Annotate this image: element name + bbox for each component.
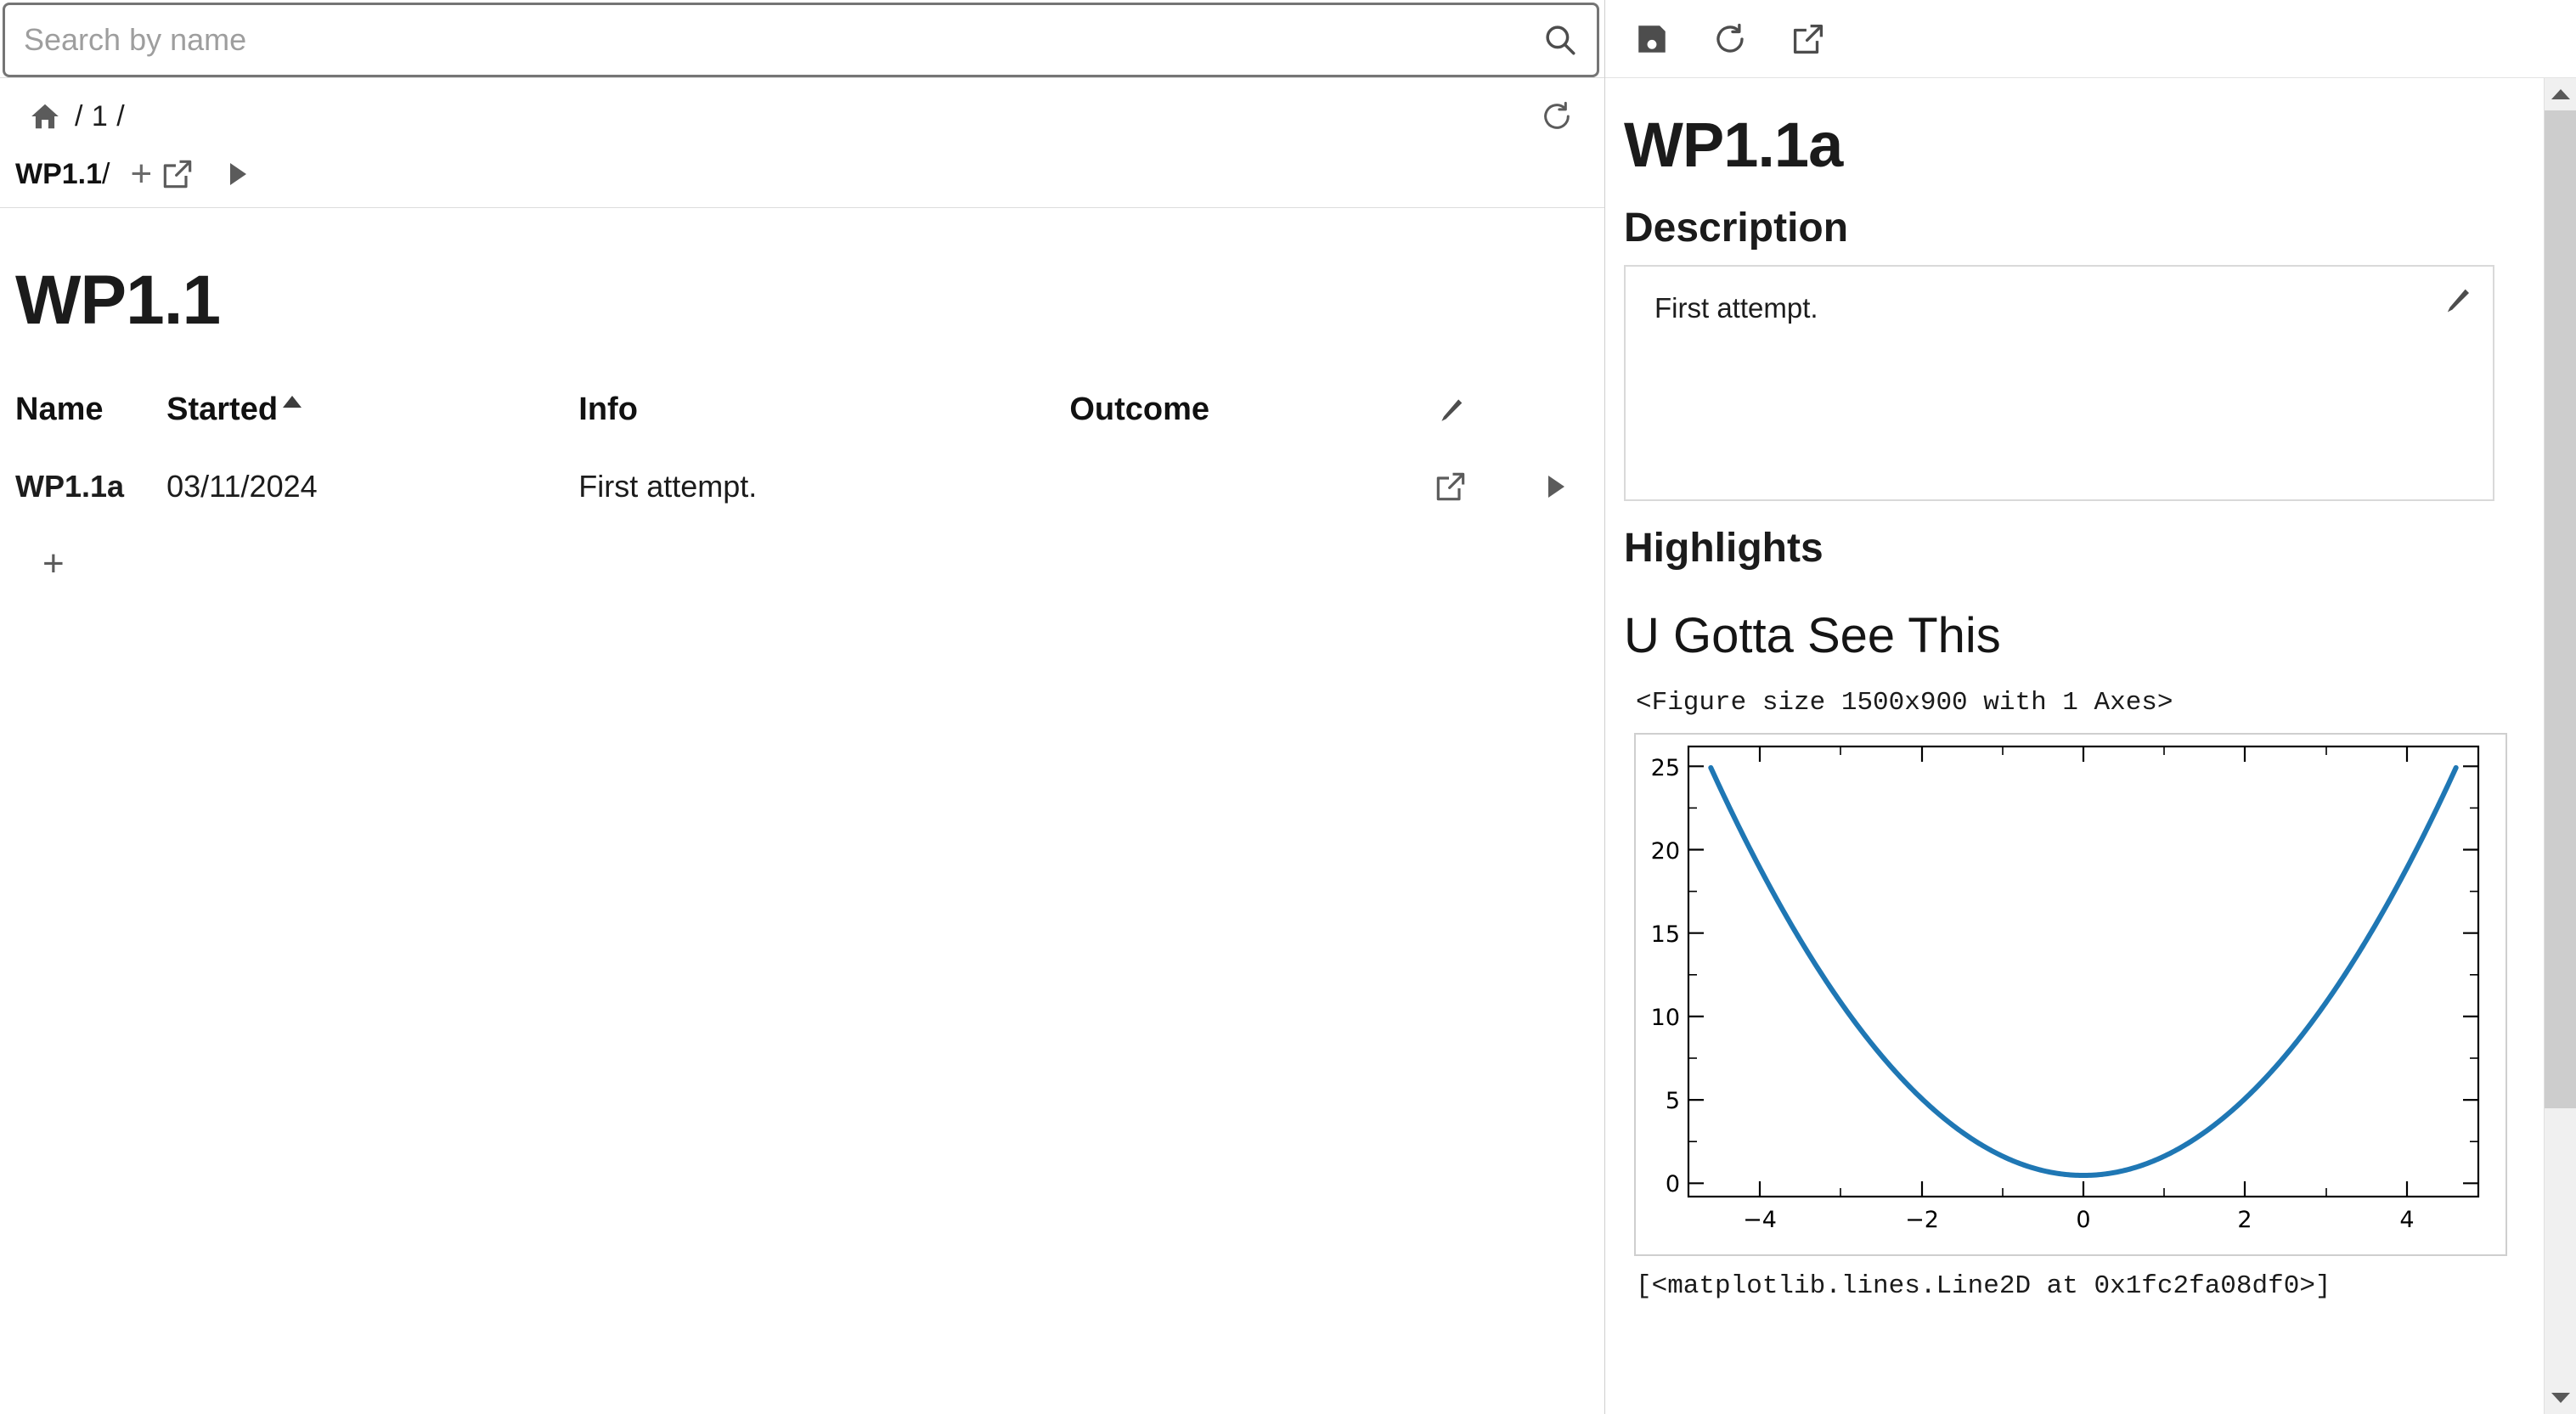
path-node-name[interactable]: WP1.1 <box>15 158 102 191</box>
table-row[interactable]: WP1.1a 03/11/2024 First attempt. <box>0 450 1604 523</box>
external-link-icon[interactable] <box>1782 21 1835 57</box>
external-link-icon[interactable] <box>1425 470 1476 504</box>
svg-text:25: 25 <box>1651 755 1680 781</box>
table-header-row: Name Started Info Outcome <box>0 392 1604 450</box>
column-header-outcome[interactable]: Outcome <box>1069 392 1394 450</box>
add-item-button[interactable]: + <box>42 545 65 583</box>
svg-text:15: 15 <box>1651 921 1680 948</box>
scroll-down-button[interactable] <box>2545 1382 2576 1414</box>
highlight-title: U Gotta See This <box>1624 608 2001 663</box>
save-icon[interactable] <box>1626 21 1678 57</box>
sort-ascending-icon <box>283 396 302 408</box>
parabola-plot: 0 5 10 15 20 25 −4 −2 0 2 4 <box>1651 745 2480 1233</box>
column-header-edit[interactable] <box>1394 392 1508 450</box>
svg-text:4: 4 <box>2399 1207 2414 1233</box>
row-outcome <box>1069 450 1394 523</box>
svg-text:2: 2 <box>2237 1207 2252 1233</box>
external-link-icon[interactable] <box>152 157 203 191</box>
svg-text:0: 0 <box>1666 1171 1680 1197</box>
row-name: WP1.1a <box>15 469 125 504</box>
svg-text:−4: −4 <box>1743 1207 1777 1233</box>
scrollbar-thumb[interactable] <box>2545 110 2576 1108</box>
chevron-down-icon <box>2551 1393 2570 1403</box>
triangle-right-icon <box>1547 476 1564 498</box>
scroll-up-button[interactable] <box>2545 78 2576 110</box>
column-header-started-label: Started <box>166 392 279 427</box>
path-add-button[interactable]: + <box>131 155 153 193</box>
path-node-slash: / <box>102 157 110 190</box>
pencil-icon[interactable] <box>2440 285 2474 322</box>
description-heading: Description <box>1624 206 1849 251</box>
highlights-heading: Highlights <box>1624 526 1823 571</box>
row-expand-cell <box>1508 450 1604 523</box>
search-input[interactable] <box>5 22 1524 58</box>
output-repr-text: [<matplotlib.lines.Line2D at 0x1fc2fa08d… <box>1636 1271 2331 1301</box>
detail-scrollbar[interactable] <box>2544 78 2576 1414</box>
items-table-body: WP1.1a 03/11/2024 First attempt. <box>0 450 1604 523</box>
chevron-up-icon <box>2551 89 2570 99</box>
column-header-name[interactable]: Name <box>0 392 166 450</box>
refresh-icon[interactable] <box>1704 21 1756 57</box>
row-expand-toggle[interactable] <box>1540 476 1573 498</box>
row-started: 03/11/2024 <box>166 469 318 504</box>
triangle-right-icon <box>230 163 247 185</box>
column-header-started[interactable]: Started <box>166 392 578 450</box>
home-icon[interactable] <box>29 100 61 132</box>
breadcrumb-path[interactable]: / 1 / <box>75 100 125 133</box>
search-row <box>0 0 1604 77</box>
items-table: Name Started Info Outcome WP1.1a 03/11/2… <box>0 392 1604 523</box>
detail-toolbar <box>1605 0 2576 78</box>
column-header-info[interactable]: Info <box>578 392 1069 450</box>
matplotlib-figure: 0 5 10 15 20 25 −4 −2 0 2 4 <box>1634 733 2507 1256</box>
column-header-expand <box>1508 392 1604 450</box>
page-title: WP1.1 <box>15 262 221 339</box>
description-text: First attempt. <box>1654 292 1818 324</box>
row-info: First attempt. <box>578 469 758 504</box>
pencil-icon[interactable] <box>1426 396 1475 428</box>
detail-title: WP1.1a <box>1624 110 1843 180</box>
content-area: WP1.1 Name Started Info Outcome WP1.1a 0… <box>0 208 1604 1414</box>
svg-text:10: 10 <box>1651 1005 1680 1031</box>
breadcrumb-row: / 1 / <box>0 88 1604 144</box>
items-table-head: Name Started Info Outcome <box>0 392 1604 450</box>
svg-text:0: 0 <box>2076 1207 2090 1233</box>
right-pane: WP1.1a Description First attempt. Highli… <box>1605 0 2576 1414</box>
path-expand-toggle[interactable] <box>222 163 255 185</box>
description-box[interactable]: First attempt. <box>1624 265 2494 501</box>
left-pane: / 1 / WP1.1 / + <box>0 0 1605 1414</box>
row-open-cell <box>1394 450 1508 523</box>
breadcrumb: / 1 / WP1.1 / + <box>0 78 1604 207</box>
detail-scroll-area: WP1.1a Description First attempt. Highli… <box>1605 78 2576 1414</box>
svg-text:5: 5 <box>1666 1088 1680 1114</box>
svg-text:−2: −2 <box>1905 1207 1939 1233</box>
search-icon[interactable] <box>1524 3 1597 76</box>
figure-repr-text: <Figure size 1500x900 with 1 Axes> <box>1636 688 2173 718</box>
path-node-row: WP1.1 / + <box>0 144 1604 204</box>
app-root: / 1 / WP1.1 / + <box>0 0 2576 1414</box>
svg-text:20: 20 <box>1651 838 1680 865</box>
refresh-icon[interactable] <box>1531 99 1582 133</box>
search-box[interactable] <box>3 3 1599 77</box>
